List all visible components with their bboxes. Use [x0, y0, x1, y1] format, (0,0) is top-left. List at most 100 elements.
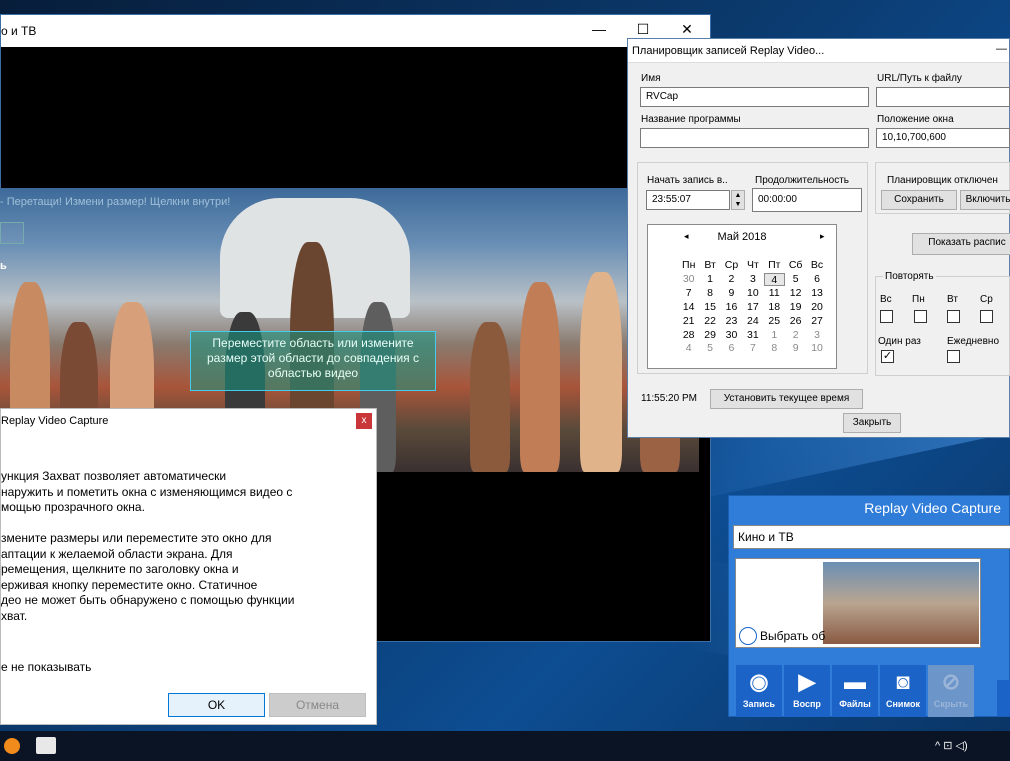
calendar-day[interactable]: 5: [699, 342, 720, 355]
calendar-day[interactable]: 16: [721, 301, 742, 314]
cancel-button[interactable]: Отмена: [269, 693, 366, 717]
calendar-day[interactable]: 7: [678, 287, 699, 300]
repeat-day-checkbox[interactable]: [947, 310, 960, 323]
calendar-day[interactable]: 22: [699, 315, 720, 328]
collapse-button[interactable]: [997, 680, 1010, 716]
repeat-day-label: Ср: [980, 294, 993, 305]
calendar-day[interactable]: 24: [742, 315, 763, 328]
calendar-day[interactable]: 2: [721, 273, 742, 286]
calendar-day[interactable]: 5: [785, 273, 806, 286]
calendar-day[interactable]: 13: [806, 287, 827, 300]
calendar-day[interactable]: 6: [721, 342, 742, 355]
snapshot-button[interactable]: ◙ Снимок: [880, 665, 926, 717]
show-schedule-button[interactable]: Показать распис: [912, 233, 1010, 255]
calendar-day[interactable]: 9: [721, 287, 742, 300]
repeat-day-checkbox[interactable]: [880, 310, 893, 323]
repeat-day-checkbox[interactable]: [980, 310, 993, 323]
rvc-panel-title[interactable]: Replay Video Capture: [729, 496, 1009, 518]
duration-label: Продолжительность: [755, 175, 849, 186]
calendar-next-icon[interactable]: ▸: [820, 231, 825, 242]
calendar-day[interactable]: 25: [764, 315, 785, 328]
repeat-day-checkbox[interactable]: [914, 310, 927, 323]
calendar-day[interactable]: 21: [678, 315, 699, 328]
scheduler-title: Планировщик записей Replay Video...: [632, 45, 825, 57]
time-spinner[interactable]: ▲ ▼: [731, 190, 745, 210]
calendar-day[interactable]: 3: [742, 273, 763, 286]
calendar-day[interactable]: 4: [763, 272, 785, 286]
minimize-button[interactable]: —: [589, 21, 609, 41]
calendar-day[interactable]: 15: [699, 301, 720, 314]
name-field[interactable]: RVCap: [640, 87, 869, 107]
main-window-titlebar[interactable]: о и ТВ — ☐ ✕: [1, 15, 710, 47]
calendar-day[interactable]: 20: [806, 301, 827, 314]
clapperboard-icon[interactable]: [36, 737, 56, 754]
calendar-week-row: 28 29 30 31 1 2 3: [678, 329, 828, 342]
calendar-day[interactable]: 9: [785, 342, 806, 355]
eye-slash-icon: ⊘: [941, 669, 961, 694]
calendar-day[interactable]: 3: [806, 329, 827, 342]
calendar-day[interactable]: 29: [699, 329, 720, 342]
video-region-handle[interactable]: [0, 222, 24, 244]
dont-show-checkbox-label[interactable]: е не показывать: [1, 660, 91, 674]
calendar-day[interactable]: 19: [785, 301, 806, 314]
camera-icon: ◙: [896, 669, 910, 694]
files-button[interactable]: ▬ Файлы: [832, 665, 878, 717]
calendar-day[interactable]: 8: [699, 287, 720, 300]
calendar-day[interactable]: 7: [742, 342, 763, 355]
play-button[interactable]: ▶ Воспр: [784, 665, 830, 717]
calendar-week-row: 21 22 23 24 25 26 27: [678, 315, 828, 328]
calendar-day[interactable]: 18: [764, 301, 785, 314]
calendar-day[interactable]: 6: [806, 273, 827, 286]
calendar-day[interactable]: 14: [678, 301, 699, 314]
calendar-day[interactable]: 10: [742, 287, 763, 300]
calendar-day[interactable]: 28: [678, 329, 699, 342]
calendar-day[interactable]: 1: [699, 273, 720, 286]
duration-field[interactable]: 00:00:00: [752, 188, 862, 212]
scheduler-status-label: Планировщик отключен: [887, 175, 998, 186]
scheduler-titlebar[interactable]: Планировщик записей Replay Video... —: [628, 39, 1009, 63]
video-hint-text: - Перетащи! Измени размер! Щелкни внутри…: [0, 196, 231, 208]
calendar-day[interactable]: 11: [764, 287, 785, 300]
enable-button[interactable]: Включить: [960, 190, 1010, 210]
select-radio[interactable]: [739, 627, 757, 645]
set-current-time-button[interactable]: Установить текущее время: [710, 389, 863, 409]
save-button[interactable]: Сохранить: [881, 190, 957, 210]
calendar-day[interactable]: 4: [678, 342, 699, 355]
daily-label: Ежедневно: [947, 336, 1000, 347]
calendar-day[interactable]: 30: [721, 329, 742, 342]
repeat-day-label: Пн: [912, 294, 925, 305]
calendar-day[interactable]: 10: [806, 342, 827, 355]
repeat-group: [875, 276, 1010, 376]
dialog-close-button[interactable]: x: [356, 413, 372, 429]
name-label: Имя: [641, 73, 661, 84]
program-field[interactable]: [640, 128, 869, 148]
window-position-label: Положение окна: [877, 114, 954, 125]
calendar-day[interactable]: 2: [785, 329, 806, 342]
window-position-field[interactable]: 10,10,700,600: [876, 128, 1010, 148]
calendar-day[interactable]: 17: [742, 301, 763, 314]
calendar-day[interactable]: 27: [806, 315, 827, 328]
calendar-month: Май 2018: [717, 231, 767, 243]
daily-checkbox[interactable]: [947, 350, 960, 363]
current-time-text: 11:55:20 PM: [641, 393, 697, 404]
calendar-weekday-row: Пн Вт Ср Чт Пт Сб Вс: [678, 259, 828, 272]
calendar-day[interactable]: 8: [764, 342, 785, 355]
app-taskbar-icon[interactable]: [4, 738, 20, 754]
calendar-day[interactable]: 12: [785, 287, 806, 300]
url-field[interactable]: [876, 87, 1010, 107]
calendar-day[interactable]: 31: [742, 329, 763, 342]
calendar-day[interactable]: 30: [678, 273, 699, 286]
close-scheduler-button[interactable]: Закрыть: [843, 413, 901, 433]
record-button[interactable]: ◉ Запись: [736, 665, 782, 717]
system-tray[interactable]: ^ ⊡ ◁): [935, 739, 968, 752]
scheduler-minimize-button[interactable]: —: [996, 43, 1007, 55]
calendar-day[interactable]: 23: [721, 315, 742, 328]
source-select[interactable]: Кино и ТВ: [733, 525, 1010, 549]
once-checkbox[interactable]: ✓: [881, 350, 894, 363]
calendar-day[interactable]: 26: [785, 315, 806, 328]
start-time-field[interactable]: 23:55:07: [646, 190, 730, 210]
capture-region-overlay[interactable]: Переместите область или измените размер …: [190, 331, 436, 391]
hide-button[interactable]: ⊘ Скрыть: [928, 665, 974, 717]
ok-button[interactable]: OK: [168, 693, 265, 717]
calendar-day[interactable]: 1: [764, 329, 785, 342]
